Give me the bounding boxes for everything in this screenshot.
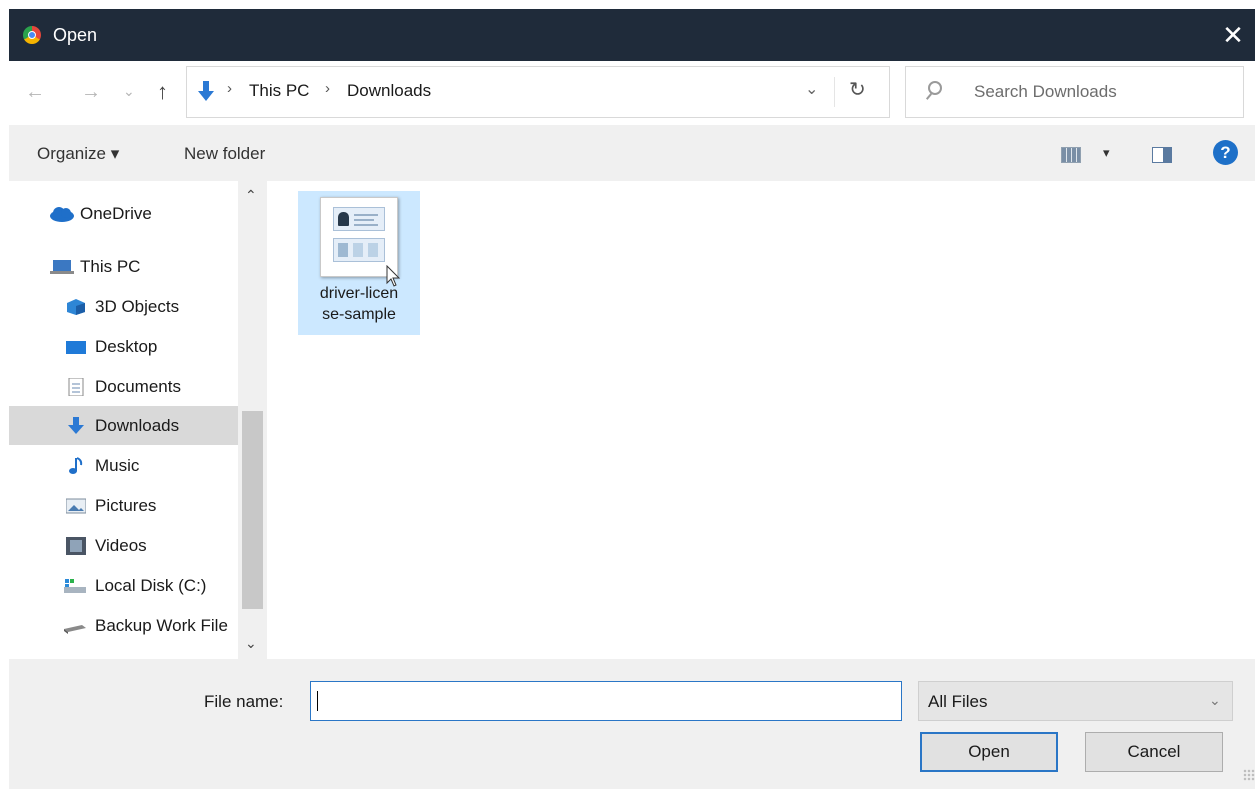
download-icon <box>68 417 84 434</box>
breadcrumb-this-pc[interactable]: This PC <box>249 81 309 101</box>
navigation-scrollbar[interactable]: ⌃ ⌄ <box>238 181 267 659</box>
drive-icon <box>64 625 86 634</box>
navigation-pane: OneDrive This PC 3D Objects Desktop Docu… <box>9 181 268 659</box>
sidebar-item-label: Documents <box>95 377 181 396</box>
cube-icon <box>67 299 85 315</box>
pictures-icon <box>66 498 86 514</box>
sidebar-item-music[interactable]: Music <box>9 446 238 485</box>
resize-grip[interactable] <box>1243 769 1255 781</box>
screen-margin <box>0 0 9 789</box>
sidebar-item-3d-objects[interactable]: 3D Objects <box>9 287 238 326</box>
sidebar-item-label: Pictures <box>95 496 157 515</box>
sidebar-item-desktop[interactable]: Desktop <box>9 327 238 366</box>
computer-icon <box>50 260 74 274</box>
open-button[interactable]: Open <box>920 732 1058 772</box>
sidebar-item-label: Downloads <box>95 416 180 435</box>
scroll-up-arrow-icon[interactable]: ⌃ <box>245 187 257 204</box>
search-icon <box>928 81 942 95</box>
sidebar-item-downloads[interactable]: Downloads <box>9 406 238 445</box>
cloud-icon <box>50 207 74 222</box>
address-bar[interactable]: › This PC › Downloads ⌄ ↻ <box>186 66 890 118</box>
sidebar-item-label: Local Disk (C:) <box>95 576 207 595</box>
mouse-cursor-icon <box>386 265 401 287</box>
file-list: driver-licen se-sample <box>268 181 1255 659</box>
sidebar-item-label: This PC <box>80 257 141 276</box>
sidebar-item-this-pc[interactable]: This PC <box>9 247 238 286</box>
breadcrumb-separator[interactable]: › <box>325 80 330 97</box>
file-type-value: All Files <box>928 692 988 711</box>
breadcrumb-downloads[interactable]: Downloads <box>347 81 431 101</box>
address-dropdown-icon[interactable]: ⌄ <box>805 79 818 99</box>
chrome-app-icon <box>23 26 41 44</box>
organize-menu[interactable]: Organize ▾ <box>37 144 119 164</box>
search-placeholder: Search Downloads <box>974 82 1117 101</box>
recent-locations-button[interactable]: ⌄ <box>123 83 135 100</box>
search-input[interactable]: Search Downloads <box>905 66 1244 118</box>
file-name-label: File name: <box>204 692 284 711</box>
command-bar: Organize ▾ New folder ▾ ? <box>9 125 1255 181</box>
dialog-footer: File name: ⌄ All Files ⌄ Open Cancel <box>9 659 1255 789</box>
address-divider <box>834 77 835 107</box>
sidebar-item-label: Desktop <box>95 337 158 356</box>
close-button[interactable]: ✕ <box>1215 17 1251 53</box>
sidebar-item-label: OneDrive <box>80 204 152 223</box>
scroll-down-arrow-icon[interactable]: ⌄ <box>245 635 257 652</box>
back-button[interactable]: ← <box>25 81 45 104</box>
window-title: Open <box>53 25 98 45</box>
sidebar-item-label: Backup Work File <box>95 616 228 635</box>
refresh-icon[interactable]: ↻ <box>849 77 866 102</box>
view-options-dropdown[interactable]: ▾ <box>1103 145 1110 161</box>
file-type-select[interactable]: All Files ⌄ <box>918 681 1233 721</box>
file-name-line-2: se-sample <box>322 306 396 323</box>
help-icon[interactable]: ? <box>1213 140 1238 165</box>
new-folder-button[interactable]: New folder <box>184 144 265 164</box>
music-icon <box>69 457 83 474</box>
file-name-label: driver-licen se-sample <box>298 283 420 325</box>
change-view-icon[interactable] <box>1061 147 1081 163</box>
file-name-field[interactable]: ⌄ <box>310 681 1191 721</box>
sidebar-item-label: Music <box>95 456 140 475</box>
file-item[interactable]: driver-licen se-sample <box>298 191 420 335</box>
text-caret <box>317 691 318 711</box>
sidebar-item-label: 3D Objects <box>95 297 180 316</box>
download-arrow-icon <box>198 81 214 101</box>
sidebar-item-pictures[interactable]: Pictures <box>9 486 238 525</box>
sidebar-item-backup-work-file[interactable]: Backup Work File <box>9 606 238 645</box>
scroll-thumb[interactable] <box>242 411 263 609</box>
sidebar-item-onedrive[interactable]: OneDrive <box>9 194 238 233</box>
desktop-icon <box>66 341 86 354</box>
breadcrumb-separator[interactable]: › <box>227 80 232 97</box>
cancel-button[interactable]: Cancel <box>1085 732 1223 772</box>
up-button[interactable]: ↑ <box>157 79 168 105</box>
preview-pane-icon[interactable] <box>1152 147 1172 163</box>
forward-button[interactable]: → <box>81 81 101 104</box>
file-type-dropdown-icon[interactable]: ⌄ <box>1209 692 1221 709</box>
disk-icon <box>64 579 86 593</box>
sidebar-item-local-disk[interactable]: Local Disk (C:) <box>9 566 238 605</box>
videos-icon <box>66 537 86 555</box>
sidebar-item-label: Videos <box>95 536 147 555</box>
sidebar-item-videos[interactable]: Videos <box>9 526 238 565</box>
document-icon <box>68 378 84 396</box>
title-bar: Open ✕ <box>9 9 1255 61</box>
sidebar-item-documents[interactable]: Documents <box>9 367 238 406</box>
